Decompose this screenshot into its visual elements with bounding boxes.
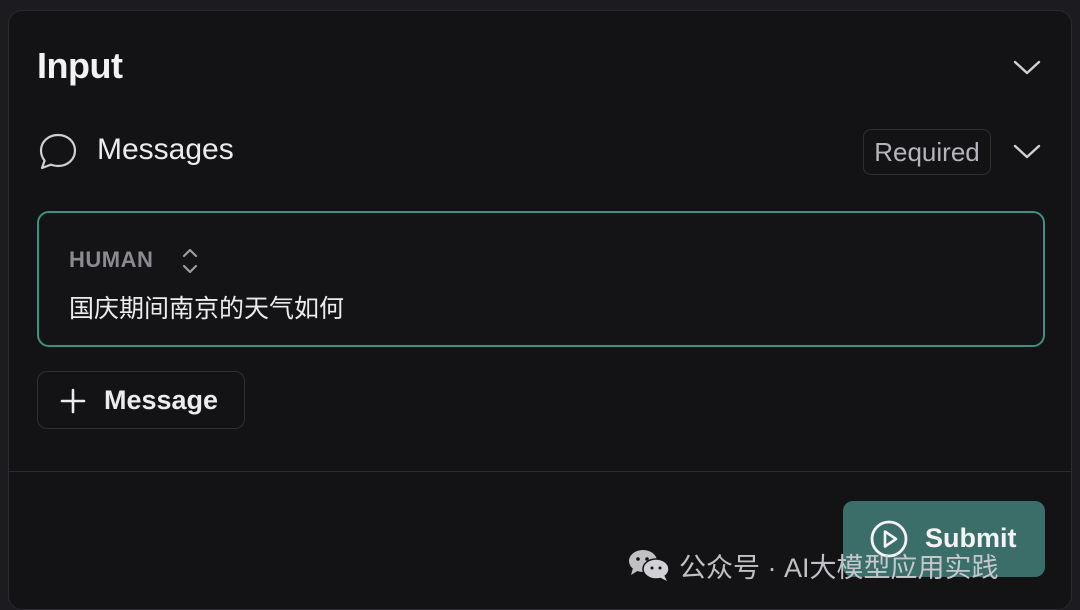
panel-title: Input [37, 45, 123, 86]
add-message-button[interactable]: Message [37, 371, 245, 429]
message-content-input[interactable]: 国庆期间南京的天气如何 [69, 289, 344, 325]
add-message-label: Message [104, 385, 219, 415]
chevron-down-icon [1013, 144, 1041, 159]
chevron-down-icon [1013, 60, 1041, 75]
messages-header: Messages Required [37, 129, 1045, 181]
up-down-chevron-icon [182, 248, 198, 274]
watermark-text: 公众号 · AI大模型应用实践 [679, 552, 999, 583]
message-item[interactable]: HUMAN 国庆期间南京的天气如何 [37, 211, 1045, 347]
required-badge: Required [863, 129, 991, 175]
message-role: HUMAN [69, 247, 154, 272]
collapse-input-button[interactable] [1011, 55, 1043, 79]
input-panel: Input Messages Required HUMAN 国庆期间南京的天气如… [8, 10, 1072, 610]
divider [9, 471, 1071, 472]
messages-label: Messages [97, 133, 234, 166]
wechat-icon [629, 550, 670, 581]
watermark: 公众号 · AI大模型应用实践 [627, 547, 999, 583]
collapse-messages-button[interactable] [1011, 139, 1043, 163]
chat-bubble-icon [37, 131, 79, 173]
plus-icon [60, 388, 86, 414]
role-select-button[interactable] [179, 245, 201, 277]
